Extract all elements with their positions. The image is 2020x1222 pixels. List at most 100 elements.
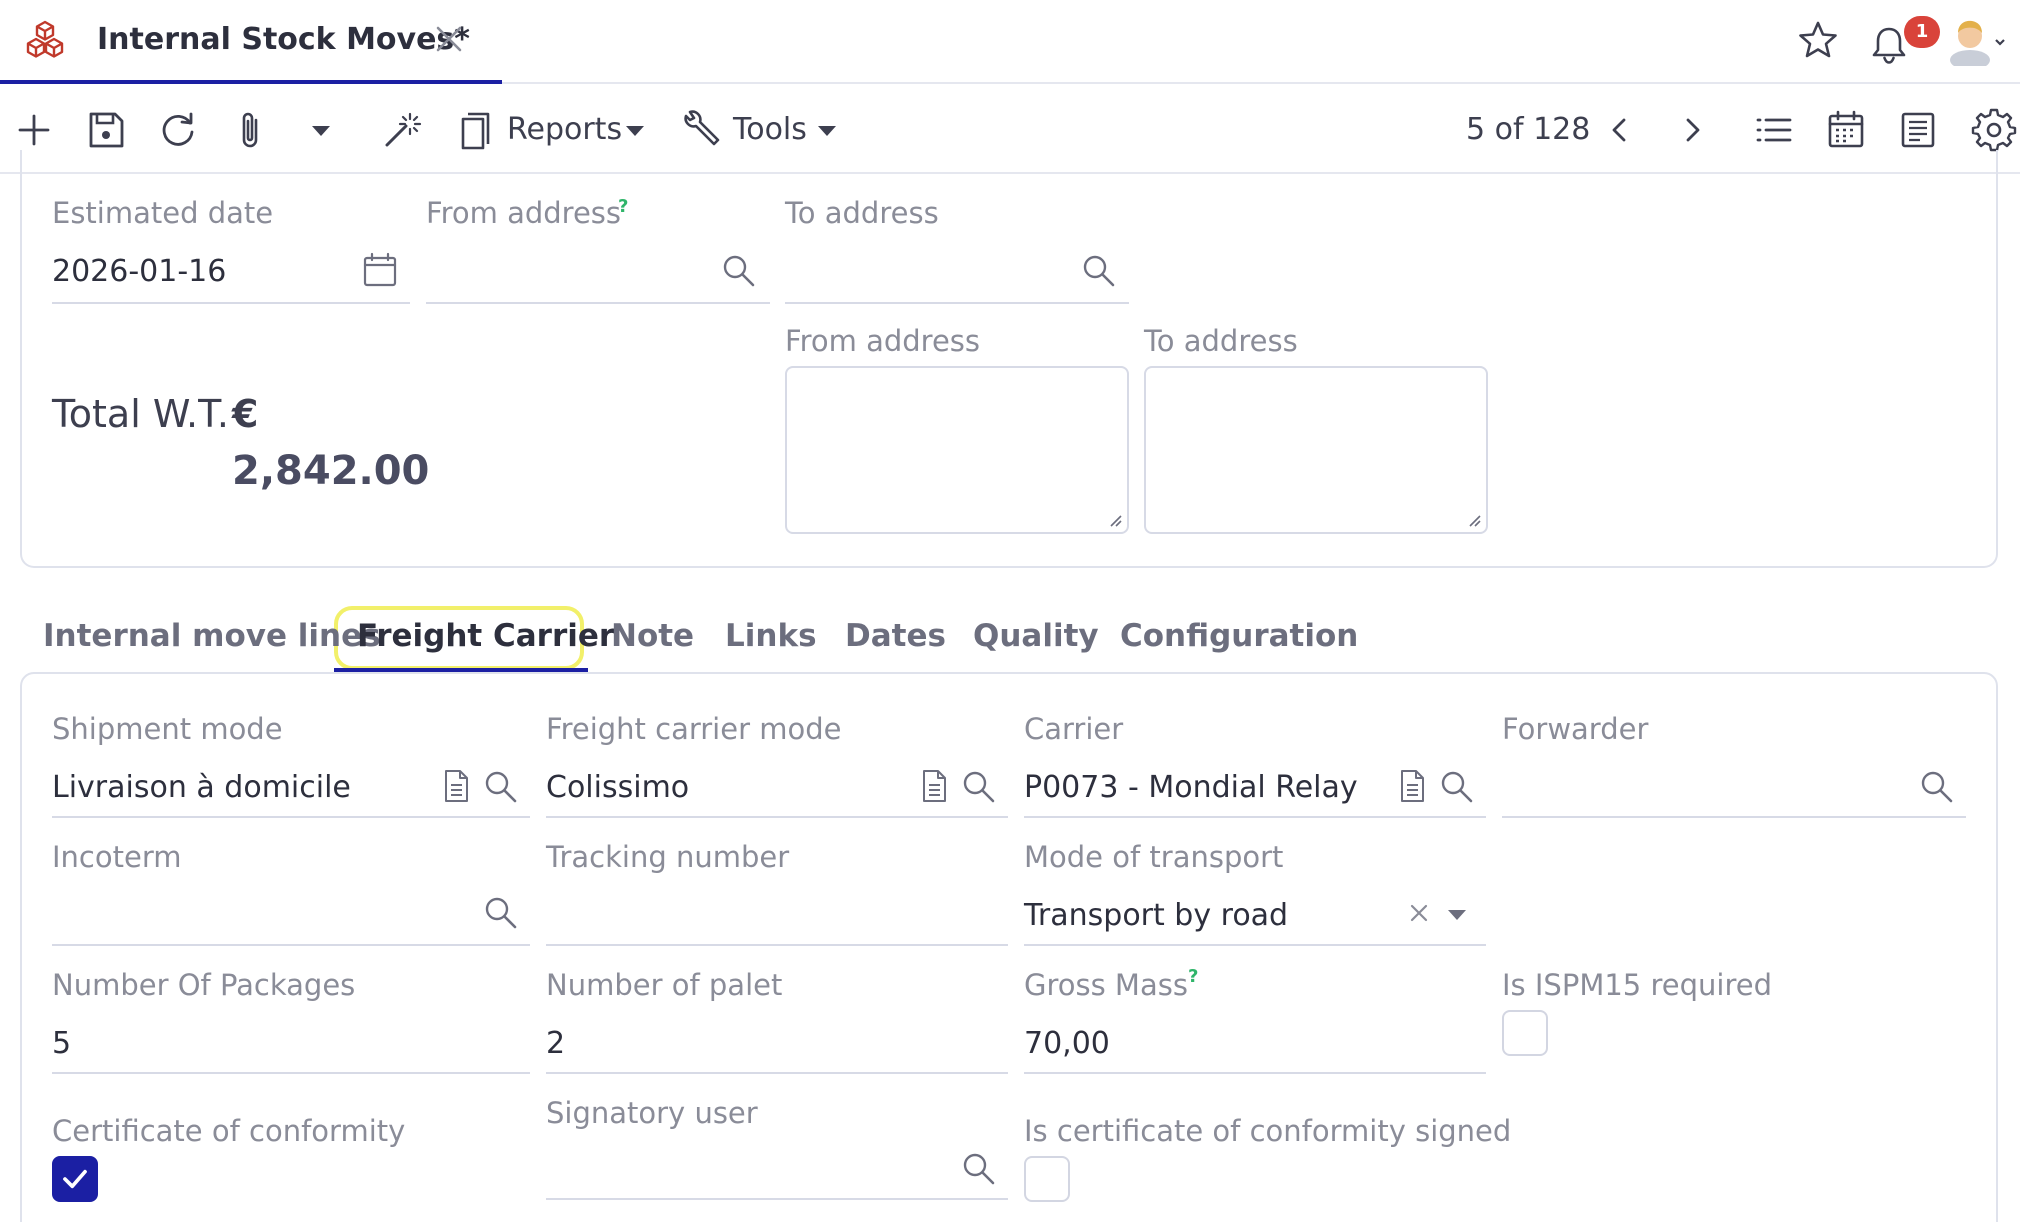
list-view-button[interactable] xyxy=(1750,106,1798,154)
certificate-signed-checkbox[interactable] xyxy=(1024,1156,1070,1202)
tab-links[interactable]: Links xyxy=(725,618,817,654)
forwarder-label: Forwarder xyxy=(1502,712,1649,746)
date-picker-button[interactable] xyxy=(362,252,398,288)
new-record-button[interactable] xyxy=(10,106,58,154)
shipment-mode-label: Shipment mode xyxy=(52,712,283,746)
document-icon xyxy=(923,770,946,802)
incoterm-search-button[interactable] xyxy=(482,894,518,930)
refresh-button[interactable] xyxy=(154,106,202,154)
search-icon xyxy=(1441,771,1473,803)
tab-freight-carrier[interactable]: Freight Carrier xyxy=(357,618,614,654)
document-copy-icon xyxy=(461,112,490,150)
shipment-mode-search-button[interactable] xyxy=(482,768,518,804)
close-tab-icon[interactable] xyxy=(432,22,466,56)
total-currency-symbol: € xyxy=(232,392,259,436)
from-address-underline xyxy=(426,302,770,304)
form-view-button[interactable] xyxy=(1894,106,1942,154)
forwarder-underline xyxy=(1502,816,1966,818)
carrier-search-button[interactable] xyxy=(1438,768,1474,804)
tab-configuration[interactable]: Configuration xyxy=(1120,618,1358,654)
number-of-packages-label: Number Of Packages xyxy=(52,968,356,1002)
chevron-down-icon[interactable] xyxy=(1448,910,1466,920)
freight-carrier-mode-search-button[interactable] xyxy=(960,768,996,804)
user-avatar[interactable] xyxy=(1946,14,2006,66)
paperclip-icon xyxy=(242,112,258,148)
freight-carrier-mode-field[interactable]: Colissimo xyxy=(546,770,689,805)
gross-mass-label: Gross Mass xyxy=(1024,968,1188,1002)
incoterm-underline xyxy=(52,944,530,946)
to-address-search-button[interactable] xyxy=(1080,252,1116,288)
carrier-open-button[interactable] xyxy=(1394,768,1430,804)
gross-mass-underline xyxy=(1024,1072,1486,1074)
plus-icon xyxy=(18,114,50,146)
from-address-search-button[interactable] xyxy=(720,252,756,288)
search-icon xyxy=(485,897,517,929)
tools-icon-button[interactable] xyxy=(678,106,726,154)
tracking-number-label: Tracking number xyxy=(546,840,790,874)
save-icon xyxy=(89,112,124,148)
attachments-button[interactable] xyxy=(226,106,274,154)
carrier-label: Carrier xyxy=(1024,712,1124,746)
from-address-help-icon[interactable]: ? xyxy=(618,196,628,217)
total-wt-value: 2,842.00 xyxy=(232,448,430,494)
list-icon xyxy=(1756,118,1792,142)
tools-menu[interactable]: Tools xyxy=(733,112,807,147)
search-icon xyxy=(485,771,517,803)
from-address-label: From address xyxy=(426,196,621,230)
mode-of-transport-underline xyxy=(1024,944,1486,946)
shipment-mode-field[interactable]: Livraison à domicile xyxy=(52,770,351,805)
close-icon xyxy=(1410,904,1428,922)
to-address-textarea[interactable] xyxy=(1144,366,1488,534)
tab-quality[interactable]: Quality xyxy=(973,618,1099,654)
certificate-of-conformity-checkbox[interactable] xyxy=(52,1156,98,1202)
search-icon xyxy=(723,255,755,287)
tracking-number-underline[interactable] xyxy=(546,944,1008,946)
tab-note[interactable]: Note xyxy=(611,618,694,654)
resize-grip-icon[interactable] xyxy=(1466,512,1482,528)
total-wt-label: Total W.T. xyxy=(52,392,229,436)
save-button[interactable] xyxy=(82,106,130,154)
forwarder-search-button[interactable] xyxy=(1918,768,1954,804)
app-tab-bar: Internal Stock Moves* 1 xyxy=(0,0,2020,84)
number-of-packages-field[interactable]: 5 xyxy=(52,1026,71,1061)
calendar-view-button[interactable] xyxy=(1822,106,1870,154)
magic-wand-button[interactable] xyxy=(378,106,426,154)
document-icon xyxy=(445,770,468,802)
calendar-icon xyxy=(363,252,397,287)
tab-internal-move-lines[interactable]: Internal move lines xyxy=(43,618,381,654)
estimated-date-underline xyxy=(52,302,410,304)
settings-button[interactable] xyxy=(1970,106,2018,154)
gross-mass-help-icon[interactable]: ? xyxy=(1188,966,1198,987)
active-view-tab[interactable]: Internal Stock Moves* xyxy=(0,0,502,84)
next-record-button[interactable] xyxy=(1668,106,1716,154)
carrier-field[interactable]: P0073 - Mondial Relay xyxy=(1024,770,1358,805)
number-of-palet-field[interactable]: 2 xyxy=(546,1026,565,1061)
mode-of-transport-select[interactable]: Transport by road xyxy=(1024,898,1288,933)
estimated-date-field[interactable]: 2026-01-16 xyxy=(52,254,226,289)
notification-count-badge: 1 xyxy=(1904,16,1940,48)
ispm15-checkbox[interactable] xyxy=(1502,1010,1548,1056)
freight-carrier-mode-underline xyxy=(546,816,1008,818)
previous-record-button[interactable] xyxy=(1596,106,1644,154)
mode-of-transport-label: Mode of transport xyxy=(1024,840,1284,874)
reports-menu[interactable]: Reports xyxy=(507,112,622,147)
more-actions-caret-icon[interactable] xyxy=(312,126,330,136)
notifications-button[interactable]: 1 xyxy=(1868,16,1940,66)
tools-caret-icon[interactable] xyxy=(818,126,836,136)
freight-carrier-mode-label: Freight carrier mode xyxy=(546,712,842,746)
to-address-underline xyxy=(785,302,1129,304)
document-icon xyxy=(1401,770,1424,802)
reports-caret-icon[interactable] xyxy=(626,126,644,136)
clear-selection-button[interactable] xyxy=(1402,896,1436,930)
gross-mass-field[interactable]: 70,00 xyxy=(1024,1026,1110,1061)
search-icon xyxy=(1921,771,1953,803)
from-address-textarea[interactable] xyxy=(785,366,1129,534)
tab-dates[interactable]: Dates xyxy=(845,618,946,654)
reports-icon-button[interactable] xyxy=(452,106,500,154)
favorite-star-icon[interactable] xyxy=(1796,18,1840,62)
signatory-user-label: Signatory user xyxy=(546,1096,758,1130)
shipment-mode-open-button[interactable] xyxy=(438,768,474,804)
signatory-user-search-button[interactable] xyxy=(960,1150,996,1186)
resize-grip-icon[interactable] xyxy=(1107,512,1123,528)
freight-carrier-mode-open-button[interactable] xyxy=(916,768,952,804)
